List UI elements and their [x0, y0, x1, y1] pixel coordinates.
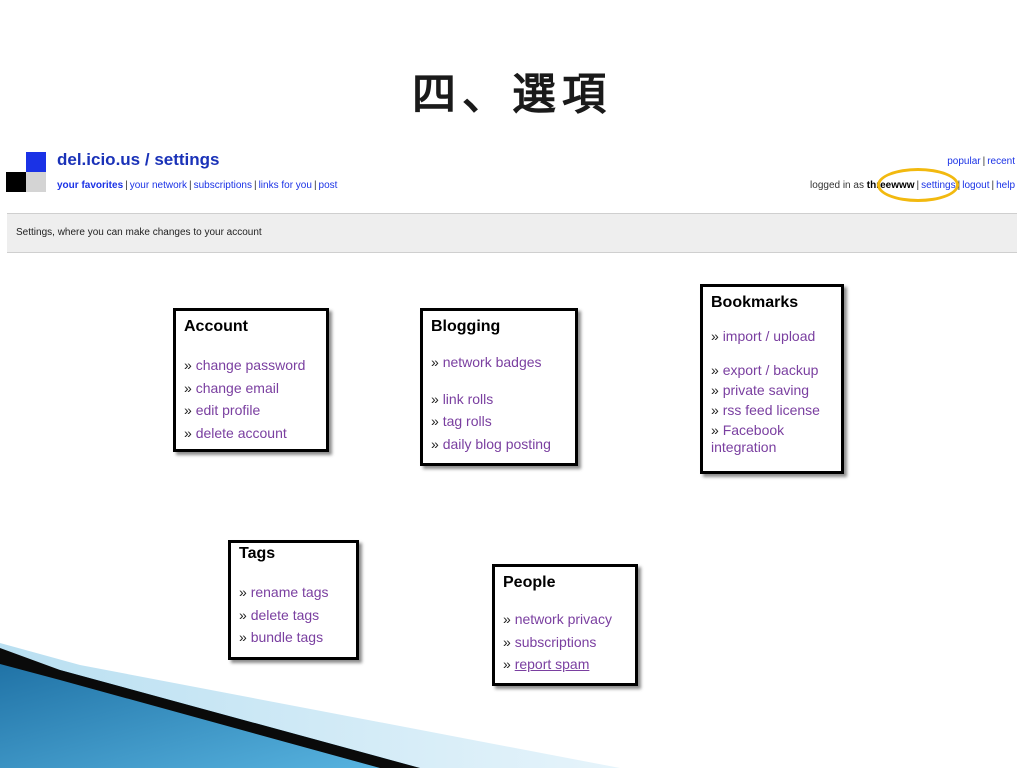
list-item: » rss feed license	[711, 402, 820, 418]
settings-highlight-circle	[877, 168, 959, 202]
nav-subscriptions[interactable]: subscriptions	[194, 180, 252, 191]
slide-title: 四、選項	[412, 69, 612, 120]
list-item: » delete tags	[239, 606, 320, 623]
list-item: » link rolls	[431, 390, 494, 407]
list-item: » network badges	[431, 354, 542, 370]
nav-your-favorites[interactable]: your favorites	[57, 180, 123, 191]
link-rolls-link[interactable]: link rolls	[443, 391, 494, 407]
settings-description-bar: Settings, where you can make changes to …	[7, 213, 1017, 253]
page-name: settings	[154, 150, 220, 169]
list-item: » import / upload	[711, 328, 816, 344]
edit-profile-link[interactable]: edit profile	[196, 402, 261, 418]
bookmarks-panel: Bookmarks » import / upload » export / b…	[700, 284, 844, 474]
network-privacy-link[interactable]: network privacy	[515, 611, 612, 627]
delete-account-link[interactable]: delete account	[196, 425, 287, 441]
slide-corner-decoration	[0, 643, 620, 768]
list-item: » daily blog posting	[431, 435, 551, 452]
recent-link[interactable]: recent	[987, 156, 1015, 167]
tag-rolls-link[interactable]: tag rolls	[443, 413, 492, 429]
delicious-logo-icon[interactable]	[6, 152, 48, 194]
list-item: » edit profile	[184, 402, 261, 418]
nav-post[interactable]: post	[319, 180, 338, 191]
export-backup-link[interactable]: export / backup	[723, 362, 819, 378]
list-item: » export / backup	[711, 362, 819, 378]
nav-links-for-you[interactable]: links for you	[259, 180, 312, 191]
popular-link[interactable]: popular	[947, 156, 980, 167]
help-link[interactable]: help	[996, 180, 1015, 191]
network-badges-link[interactable]: network badges	[443, 354, 542, 370]
site-home-link[interactable]: del.icio.us	[57, 150, 140, 169]
top-links: popular | recent	[947, 156, 1015, 167]
main-nav: your favorites | your network | subscription…	[57, 180, 337, 191]
nav-separator: |	[125, 180, 128, 191]
daily-blog-posting-link[interactable]: daily blog posting	[443, 436, 551, 452]
list-item: » tag rolls	[431, 413, 492, 429]
logout-link[interactable]: logout	[962, 180, 989, 191]
title-separator: /	[140, 150, 155, 169]
list-item: » change password	[184, 357, 306, 373]
nav-separator: |	[189, 180, 192, 191]
list-item: » delete account	[184, 424, 287, 441]
panel-title: People	[503, 574, 556, 591]
list-item: » change email	[184, 379, 279, 396]
import-upload-link[interactable]: import / upload	[723, 328, 816, 344]
delete-tags-link[interactable]: delete tags	[251, 607, 320, 623]
nav-your-network[interactable]: your network	[130, 180, 187, 191]
rss-feed-license-link[interactable]: rss feed license	[723, 402, 820, 418]
panel-title: Bookmarks	[711, 294, 799, 311]
list-item: » Facebook integration	[711, 422, 785, 455]
list-item: » rename tags	[239, 584, 329, 600]
panel-title: Account	[184, 318, 248, 335]
nav-separator: |	[313, 180, 317, 191]
rename-tags-link[interactable]: rename tags	[251, 584, 329, 600]
panel-title: Tags	[239, 545, 276, 562]
site-title: del.icio.us / settings	[57, 150, 220, 170]
nav-separator: |	[253, 180, 257, 191]
panel-title: Blogging	[431, 318, 501, 335]
change-email-link[interactable]: change email	[196, 380, 279, 396]
list-item: » private saving	[711, 382, 810, 398]
logged-in-label: logged in as	[810, 180, 867, 191]
list-item: » network privacy	[503, 611, 612, 627]
facebook-integration-link[interactable]: Facebook integration	[711, 422, 784, 455]
change-password-link[interactable]: change password	[196, 357, 306, 373]
private-saving-link[interactable]: private saving	[723, 382, 809, 398]
blogging-panel: Blogging » network badges » link rolls »…	[420, 308, 578, 466]
account-panel: Account » change password » change email…	[173, 308, 329, 452]
